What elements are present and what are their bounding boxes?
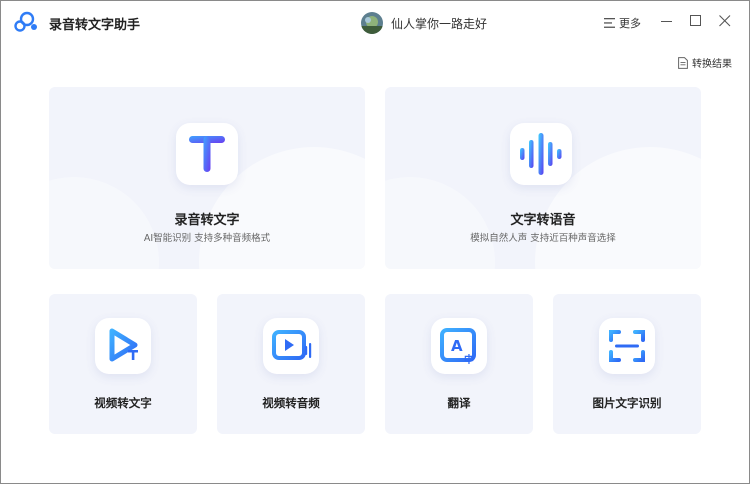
maximize-button[interactable] — [689, 14, 703, 28]
translate-icon-tile: A 中 — [431, 318, 487, 374]
close-icon — [719, 15, 731, 27]
close-button[interactable] — [718, 14, 732, 28]
card-subtitle: AI智能识别 支持多种音频格式 — [143, 233, 271, 244]
card-title: 录音转文字 — [174, 213, 240, 228]
card-title: 文字转语音 — [510, 213, 576, 228]
conversion-results-link[interactable]: 转换结果 — [678, 55, 732, 70]
text-t-icon — [189, 136, 225, 172]
username[interactable]: 仙人掌你一路走好 — [391, 15, 487, 32]
app-logo-icon — [14, 11, 37, 32]
maximize-icon — [690, 15, 701, 26]
video-to-text-icon-tile — [95, 318, 151, 374]
card-audio-to-text[interactable]: 录音转文字 AI智能识别 支持多种音频格式 — [49, 87, 365, 269]
minimize-icon — [661, 21, 672, 22]
translate-icon: A 中 — [440, 328, 476, 366]
card-title: 翻译 — [447, 396, 471, 410]
app-title: 录音转文字助手 — [49, 18, 141, 33]
document-icon — [678, 56, 688, 69]
more-label: 更多 — [619, 17, 641, 30]
card-image-ocr[interactable]: 图片文字识别 — [553, 294, 701, 434]
more-menu-button[interactable]: 更多 — [604, 15, 641, 31]
card-text-to-speech[interactable]: 文字转语音 模拟自然人声 支持近百种声音选择 — [385, 87, 701, 269]
user-profile[interactable]: 仙人掌你一路走好 — [361, 12, 487, 34]
sound-wave-icon — [520, 133, 562, 175]
video-to-audio-icon — [272, 330, 312, 360]
card-title: 图片文字识别 — [592, 396, 662, 410]
svg-text:A: A — [451, 337, 463, 355]
image-ocr-icon — [609, 330, 645, 362]
card-title: 视频转文字 — [94, 396, 152, 410]
card-translate[interactable]: A 中 翻译 — [385, 294, 533, 434]
minimize-button[interactable] — [660, 14, 674, 28]
title-bar: 录音转文字助手 仙人掌你一路走好 更多 — [1, 1, 749, 43]
card-video-to-text[interactable]: 视频转文字 — [49, 294, 197, 434]
card-subtitle: 模拟自然人声 支持近百种声音选择 — [470, 233, 616, 244]
app-window: 录音转文字助手 仙人掌你一路走好 更多 转换结果 录音转文字 AI智能识别 支持… — [0, 0, 750, 484]
image-ocr-icon-tile — [599, 318, 655, 374]
conversion-results-label: 转换结果 — [692, 59, 732, 70]
menu-lines-icon — [604, 18, 615, 28]
video-to-text-icon — [109, 328, 138, 362]
text-t-icon-tile — [176, 123, 238, 185]
card-title: 视频转音频 — [262, 396, 320, 410]
card-video-to-audio[interactable]: 视频转音频 — [217, 294, 365, 434]
video-to-audio-icon-tile — [263, 318, 319, 374]
avatar[interactable] — [361, 12, 383, 34]
sound-wave-icon-tile — [510, 123, 572, 185]
svg-text:中: 中 — [464, 353, 474, 366]
